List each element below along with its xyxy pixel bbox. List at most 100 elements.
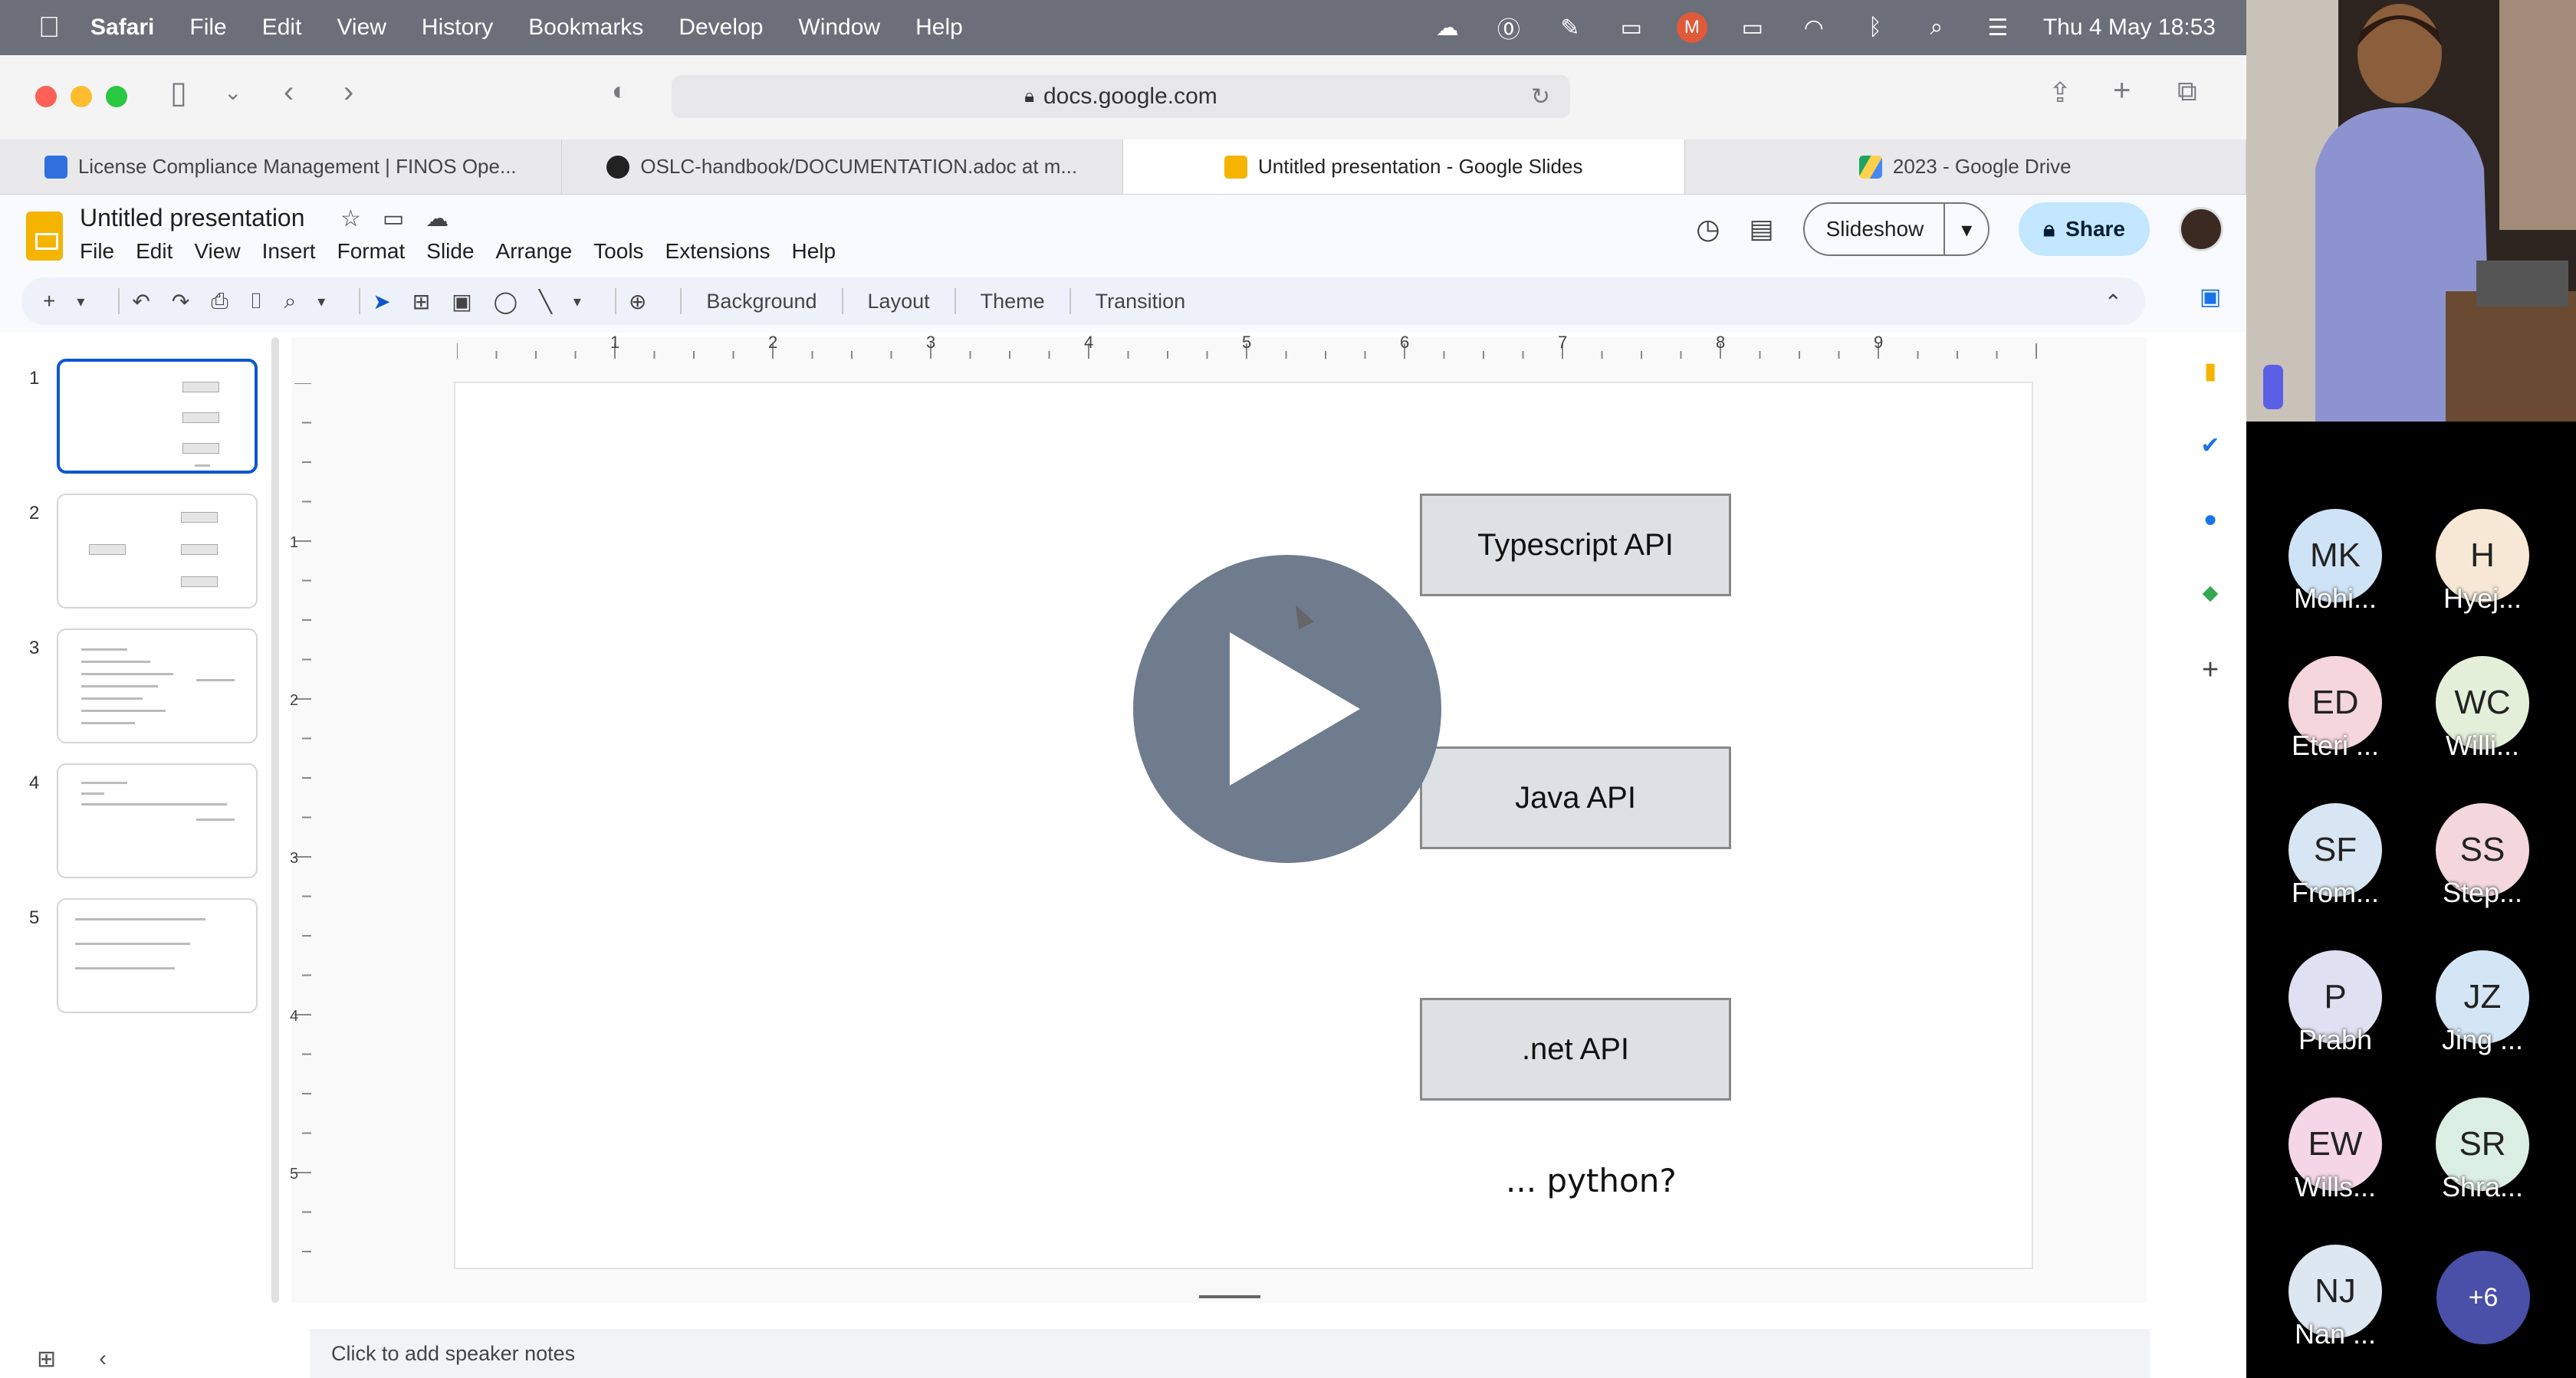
collapse-filmstrip-icon[interactable]: ‹ (99, 1346, 107, 1373)
slide-thumbnail[interactable] (57, 359, 258, 474)
tasks-icon[interactable]: ✔ (2200, 432, 2220, 459)
participant-tile[interactable]: WC Willi... (2413, 656, 2551, 762)
minimize-window-button[interactable] (71, 86, 92, 107)
add-addon-icon[interactable]: + (2202, 654, 2219, 687)
tab-google-drive[interactable]: 2023 - Google Drive (1685, 139, 2246, 194)
more-participants-button[interactable]: +6 (2436, 1251, 2530, 1344)
slide-thumbnail[interactable] (57, 763, 258, 878)
battery-icon[interactable]: ▭ (1737, 15, 1769, 41)
select-tool-icon[interactable]: ➤ (373, 289, 390, 314)
sidebar-toggle-icon[interactable]: ▯ (170, 75, 187, 110)
close-window-button[interactable] (35, 86, 57, 107)
theme-button[interactable]: Theme (981, 290, 1045, 313)
menubar-bookmarks[interactable]: Bookmarks (528, 15, 643, 41)
line-dropdown-icon[interactable]: ▾ (573, 292, 581, 311)
tab-google-slides[interactable]: Untitled presentation - Google Slides (1123, 139, 1685, 194)
apple-icon[interactable]:  (34, 11, 64, 44)
screen-icon[interactable]: ▭ (1615, 15, 1648, 41)
layout-button[interactable]: Layout (868, 290, 930, 313)
menubar-window[interactable]: Window (798, 15, 880, 41)
menu-insert[interactable]: Insert (262, 239, 316, 264)
filmstrip-scrollbar[interactable] (271, 337, 279, 1303)
new-slide-dropdown-icon[interactable]: ▾ (77, 292, 84, 311)
insert-image-icon[interactable]: ▣ (452, 289, 472, 314)
forward-icon[interactable]: › (343, 75, 353, 110)
search-icon[interactable]: ⌕ (1921, 15, 1953, 41)
calendar-icon[interactable]: ▣ (2200, 284, 2221, 310)
menu-view[interactable]: View (194, 239, 240, 264)
participant-tile[interactable]: JZ Jing ... (2413, 950, 2551, 1056)
back-icon[interactable]: ‹ (284, 75, 294, 110)
app-m-icon[interactable]: M (1676, 12, 1707, 43)
participant-tile[interactable]: MK Mohi... (2266, 509, 2404, 615)
slideshow-dropdown-icon[interactable]: ▾ (1945, 217, 1988, 242)
menu-arrange[interactable]: Arrange (496, 239, 573, 264)
slide-thumbnail[interactable] (57, 628, 258, 743)
wifi-icon[interactable]: ◠ (1798, 15, 1830, 41)
participant-tile[interactable]: SS Step... (2413, 803, 2551, 909)
redo-icon[interactable]: ↷ (172, 289, 189, 314)
tab-overview-icon[interactable]: ⧉ (2177, 75, 2197, 108)
tab-github[interactable]: OSLC-handbook/DOCUMENTATION.adoc at m... (562, 139, 1123, 194)
menubar-datetime[interactable]: Thu 4 May 18:53 (2043, 15, 2216, 41)
add-comment-icon[interactable]: ⊕ (629, 289, 646, 314)
document-title[interactable]: Untitled presentation (80, 204, 305, 232)
dotnet-api-box[interactable]: .net API (1420, 998, 1731, 1101)
background-button[interactable]: Background (706, 290, 816, 313)
participant-tile[interactable]: H Hyej... (2413, 509, 2551, 615)
play-button[interactable] (1133, 555, 1441, 863)
transition-button[interactable]: Transition (1096, 290, 1186, 313)
python-text[interactable]: ... python? (1506, 1162, 1677, 1199)
address-bar[interactable]: 🔒︎ docs.google.com ↻ (672, 75, 1570, 118)
shape-icon[interactable]: ◯ (494, 289, 518, 314)
slideshow-button[interactable]: Slideshow ▾ (1802, 202, 1990, 256)
comments-icon[interactable]: ▤ (1750, 214, 1774, 244)
menubar-edit[interactable]: Edit (262, 15, 302, 41)
collapse-toolbar-icon[interactable]: ⌃ (2104, 290, 2122, 315)
print-icon[interactable]: ⎙ (211, 289, 228, 314)
participant-tile[interactable]: SR Shra... (2413, 1097, 2551, 1203)
password-icon[interactable]: ⓪ (1493, 15, 1525, 43)
new-slide-icon[interactable]: + (43, 289, 55, 313)
slide-thumbnail[interactable] (57, 898, 258, 1013)
menubar-help[interactable]: Help (915, 15, 963, 41)
version-history-icon[interactable]: ◷ (1696, 213, 1720, 245)
thumbnail-row[interactable]: 1 (0, 359, 268, 481)
tab-finos[interactable]: License Compliance Management | FINOS Op… (0, 139, 562, 194)
zoom-window-button[interactable] (106, 86, 127, 107)
participant-tile[interactable]: SF From... (2266, 803, 2404, 909)
menubar-app-name[interactable]: Safari (90, 15, 154, 41)
slideshow-label[interactable]: Slideshow (1805, 204, 1946, 254)
menubar-history[interactable]: History (422, 15, 493, 41)
participant-tile[interactable]: P Prabh (2266, 950, 2404, 1056)
thumbnail-row[interactable]: 2 (0, 494, 268, 616)
control-center-icon[interactable]: ☰ (1982, 15, 2014, 41)
notes-resize-handle[interactable] (1199, 1295, 1260, 1298)
new-tab-icon[interactable]: + (2113, 74, 2131, 108)
participant-tile[interactable]: ED Eteri ... (2266, 656, 2404, 762)
slide-thumbnail[interactable] (57, 494, 258, 609)
thumbnail-row[interactable]: 4 (0, 763, 268, 886)
menubar-file[interactable]: File (189, 15, 226, 41)
cloud-icon[interactable]: ☁ (1431, 15, 1464, 41)
share-page-icon[interactable]: ⇪ (2049, 77, 2072, 109)
bluetooth-icon[interactable]: ᛒ (1859, 15, 1891, 41)
java-api-box[interactable]: Java API (1420, 746, 1731, 849)
account-avatar[interactable] (2179, 207, 2223, 251)
line-icon[interactable]: ╲ (539, 289, 552, 314)
menu-extensions[interactable]: Extensions (665, 239, 770, 264)
cloud-status-icon[interactable]: ☁ (426, 205, 449, 232)
maps-icon[interactable]: ⬥ (2203, 580, 2219, 606)
star-icon[interactable]: ☆ (340, 205, 361, 232)
privacy-shield-icon[interactable]: ◐ (612, 77, 628, 107)
speaker-notes[interactable]: Click to add speaker notes (310, 1329, 2150, 1378)
sidebar-chevron-icon[interactable]: ⌄ (224, 80, 242, 105)
paint-format-icon[interactable]: ⌷ (250, 289, 263, 314)
participant-tile[interactable]: NJ Nan ... (2266, 1245, 2404, 1350)
slides-logo-icon[interactable] (26, 212, 63, 261)
undo-icon[interactable]: ↶ (132, 289, 150, 314)
thumbnail-row[interactable]: 3 (0, 628, 268, 751)
evernote-icon[interactable]: ✎ (1554, 15, 1586, 41)
share-button[interactable]: 🔒︎ Share (2019, 202, 2150, 256)
thumbnail-row[interactable]: 5 (0, 898, 268, 1021)
